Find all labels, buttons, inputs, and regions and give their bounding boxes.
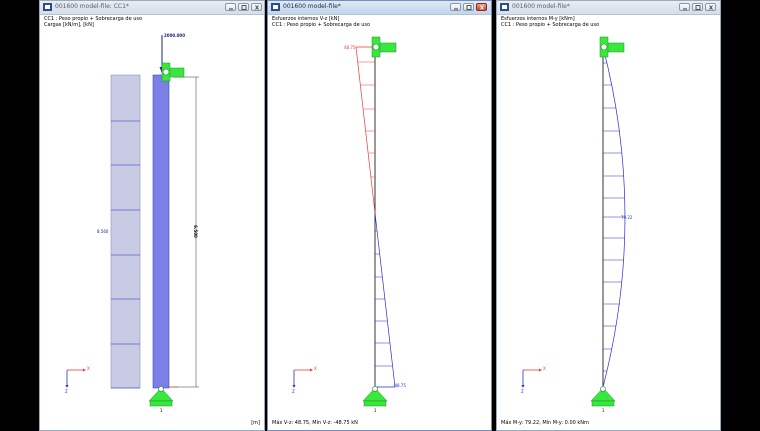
column-member[interactable] bbox=[152, 74, 170, 389]
axis-triad bbox=[521, 368, 542, 388]
support-node-label: 1 bbox=[602, 408, 605, 413]
dimension-value: 6.500 bbox=[192, 225, 198, 238]
unit-label: [m] bbox=[251, 420, 260, 426]
axis-z-label: Z bbox=[521, 389, 524, 394]
top-support[interactable] bbox=[161, 62, 185, 82]
bottom-support[interactable] bbox=[148, 386, 174, 407]
status-summary: Máx V-z: 48.75, Mín V-z: -48.75 kN bbox=[272, 420, 358, 426]
shear-positive-hatch bbox=[358, 61, 375, 200]
window-loads[interactable]: 001600 model-file: CC1* CC1 : Peso propi… bbox=[39, 0, 265, 431]
axis-z-label: Z bbox=[65, 389, 68, 394]
distributed-load-block bbox=[110, 74, 141, 389]
point-load-value: 2000.000 bbox=[164, 33, 186, 38]
load-diagram-canvas[interactable] bbox=[40, 1, 264, 430]
window-shear[interactable]: 001600 model-file* Esfuerzos internos V-… bbox=[267, 0, 492, 431]
moment-diagram-canvas[interactable] bbox=[497, 1, 720, 430]
shear-diagram-positive bbox=[355, 46, 376, 214]
support-node-label: 1 bbox=[374, 408, 377, 413]
status-summary: Máx M-y: 79.22, Mín M-y: 0.00 kNm bbox=[501, 420, 589, 426]
support-node-label: 1 bbox=[160, 408, 163, 413]
top-support[interactable] bbox=[371, 36, 397, 58]
top-support[interactable] bbox=[599, 36, 625, 58]
window-moment[interactable]: 001600 model-file* Esfuerzos internos M-… bbox=[496, 0, 721, 431]
axis-x-label: X bbox=[543, 366, 546, 371]
shear-negative-hatch bbox=[375, 230, 392, 367]
shear-bottom-value: -48.75 bbox=[393, 383, 406, 388]
axis-x-label: X bbox=[314, 366, 317, 371]
axis-triad bbox=[65, 368, 86, 388]
bottom-support[interactable] bbox=[590, 386, 616, 407]
distributed-load-value: 8.560 bbox=[97, 229, 109, 234]
moment-mid-value: 79.22 bbox=[621, 215, 633, 220]
axis-x-label: X bbox=[87, 366, 90, 371]
shear-top-value: 48.75 bbox=[344, 45, 356, 50]
bottom-support[interactable] bbox=[362, 386, 388, 407]
shear-diagram-negative bbox=[374, 212, 396, 388]
axis-z-label: Z bbox=[292, 389, 295, 394]
shear-diagram-canvas[interactable] bbox=[268, 1, 491, 430]
axis-triad bbox=[292, 368, 313, 388]
